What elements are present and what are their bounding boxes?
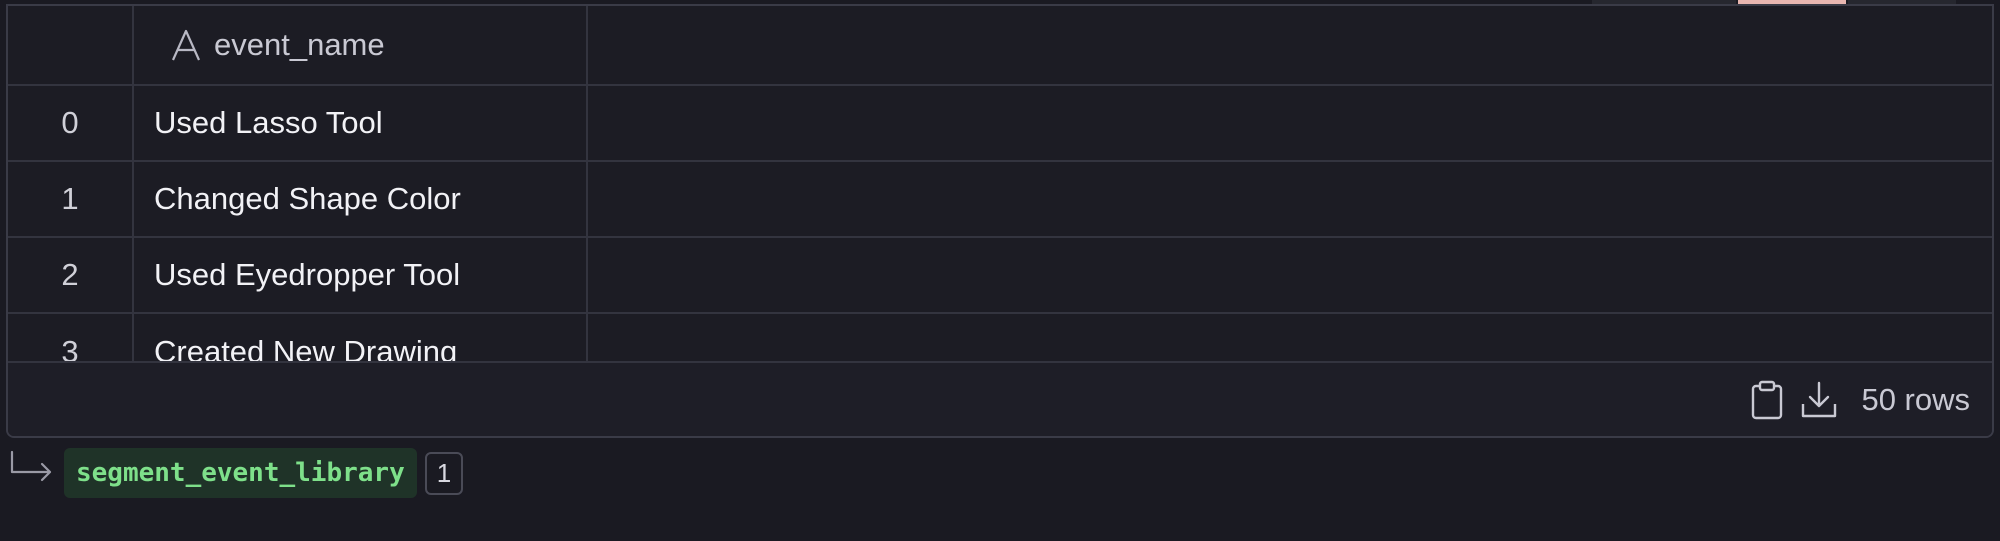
column-header-event-name[interactable]: event_name xyxy=(134,6,588,84)
row-index: 1 xyxy=(8,162,134,236)
download-icon[interactable] xyxy=(1797,378,1841,422)
row-index: 0 xyxy=(8,86,134,160)
column-header-label: event_name xyxy=(214,27,385,62)
row-filler xyxy=(588,162,1992,236)
clipboard-icon[interactable] xyxy=(1745,378,1789,422)
row-count-label: 50 rows xyxy=(1861,381,1970,417)
row-event-name[interactable]: Used Lasso Tool xyxy=(134,86,588,160)
row-index: 2 xyxy=(8,238,134,312)
row-filler xyxy=(588,86,1992,160)
table-row[interactable]: 3 Created New Drawing xyxy=(8,314,1992,361)
return-arrow-icon xyxy=(10,450,52,482)
row-index: 3 xyxy=(8,314,134,361)
table-grid: event_name 0 Used Lasso Tool 1 Changed S… xyxy=(8,6,1992,361)
table-row[interactable]: 0 Used Lasso Tool xyxy=(8,86,1992,162)
table-row[interactable]: 1 Changed Shape Color xyxy=(8,162,1992,238)
header-filler xyxy=(588,6,1992,84)
row-filler xyxy=(588,314,1992,361)
table-row[interactable]: 2 Used Eyedropper Tool xyxy=(8,238,1992,314)
row-filler xyxy=(588,238,1992,312)
row-event-name[interactable]: Created New Drawing xyxy=(134,314,588,361)
dataframe-name-badge[interactable]: segment_event_library xyxy=(64,448,417,498)
dataframe-lineage: segment_event_library 1 xyxy=(0,446,464,500)
dataframe-count-badge: 1 xyxy=(424,451,464,495)
table-footer: 50 rows xyxy=(8,361,1992,436)
row-event-name[interactable]: Used Eyedropper Tool xyxy=(134,238,588,312)
row-event-name[interactable]: Changed Shape Color xyxy=(134,162,588,236)
table-header-row: event_name xyxy=(8,6,1992,86)
index-header-cell xyxy=(8,6,134,84)
text-type-icon xyxy=(171,29,201,61)
results-table: event_name 0 Used Lasso Tool 1 Changed S… xyxy=(6,6,1994,438)
